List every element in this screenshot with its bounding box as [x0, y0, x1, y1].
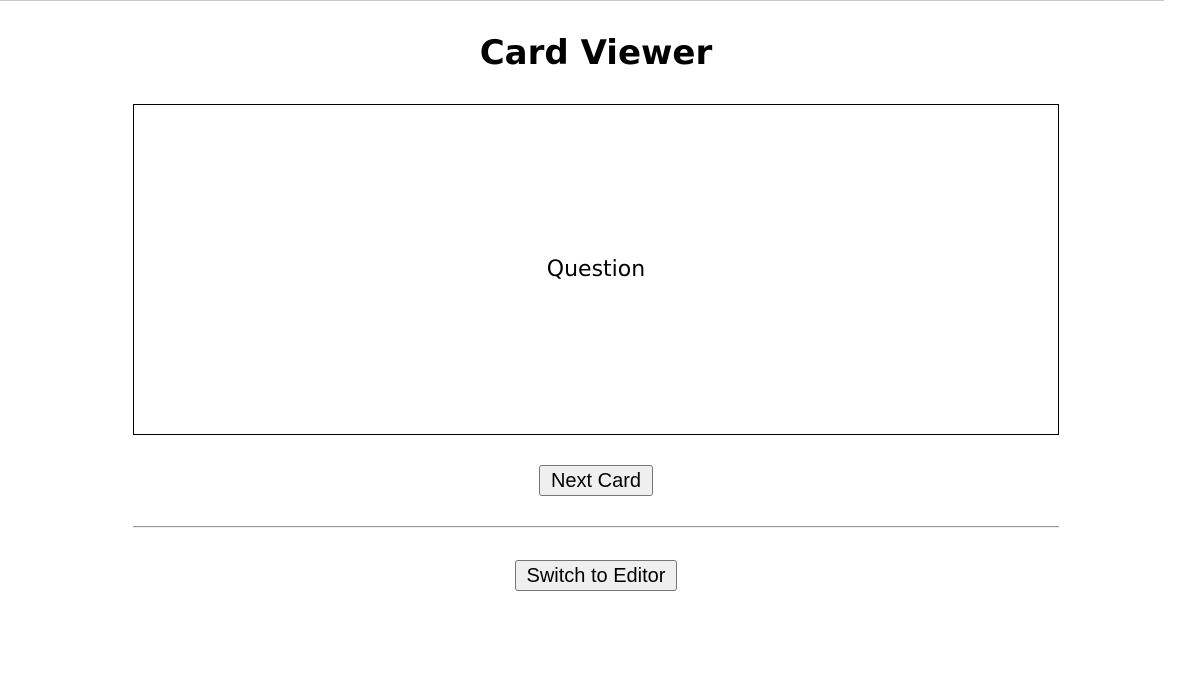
top-divider	[0, 0, 1164, 1]
next-card-button[interactable]: Next Card	[539, 465, 653, 496]
section-divider	[133, 526, 1059, 528]
flashcard[interactable]: Question	[133, 104, 1059, 435]
switch-to-editor-button[interactable]: Switch to Editor	[515, 560, 677, 591]
card-question-text: Question	[546, 256, 646, 282]
card-viewer-page: Card Viewer Question Next Card Switch to…	[0, 0, 1196, 693]
page-title: Card Viewer	[479, 33, 713, 73]
